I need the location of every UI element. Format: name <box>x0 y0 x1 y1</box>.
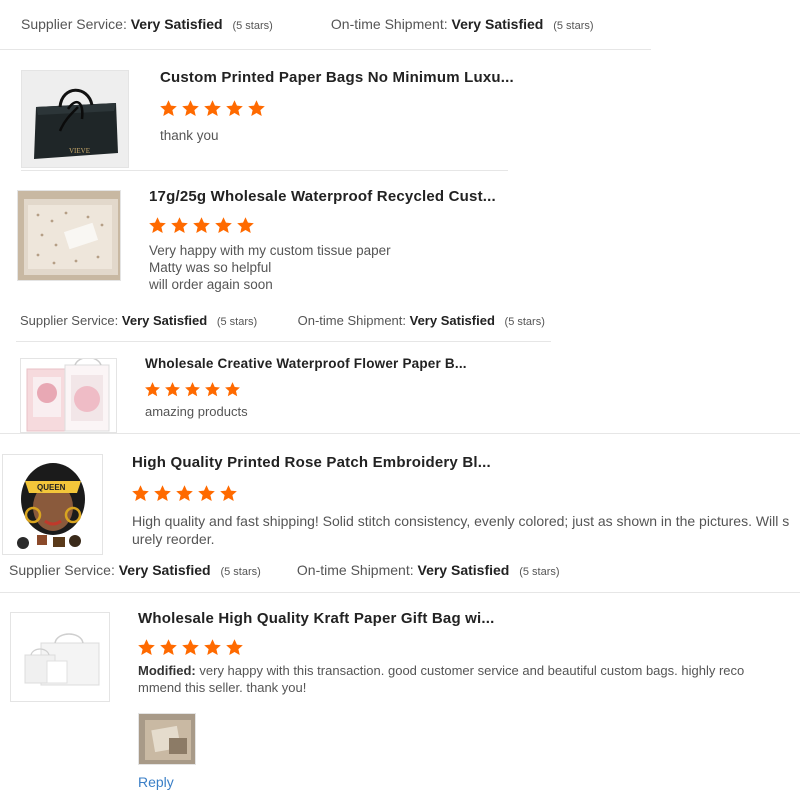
star-icon <box>204 381 221 398</box>
shipment-value: Very Satisfied <box>409 313 495 328</box>
review-text: Modified: very happy with this transacti… <box>138 662 744 696</box>
review-line: will order again soon <box>149 277 273 292</box>
star-icon <box>224 381 241 398</box>
reply-link[interactable]: Reply <box>138 774 174 790</box>
star-icon <box>184 381 201 398</box>
supplier-service-count: (5 stars) <box>216 316 258 328</box>
supplier-service-label: Supplier Service: <box>9 562 115 578</box>
tissue-paper-image <box>18 191 120 280</box>
review-text: High quality and fast shipping! Solid st… <box>132 512 789 548</box>
star-icon <box>131 484 150 503</box>
supplier-service-count: (5 stars) <box>232 20 273 32</box>
review-photo-image <box>139 714 195 764</box>
shipment-label: On-time Shipment: <box>330 16 448 32</box>
divider <box>0 433 800 434</box>
supplier-service-label: Supplier Service: <box>20 313 119 328</box>
star-icon <box>225 638 244 657</box>
product-thumbnail[interactable] <box>17 190 121 281</box>
supplier-service-value: Very Satisfied <box>118 562 211 578</box>
divider <box>0 49 651 50</box>
star-rating <box>148 216 255 235</box>
star-icon <box>192 216 211 235</box>
review-line: mmend this seller. thank you! <box>138 680 307 695</box>
star-icon <box>181 638 200 657</box>
white-bag-image <box>11 613 109 701</box>
product-thumbnail[interactable] <box>10 612 110 702</box>
shipment-value: Very Satisfied <box>417 562 510 578</box>
product-title[interactable]: Wholesale High Quality Kraft Paper Gift … <box>138 610 495 627</box>
product-title[interactable]: Wholesale Creative Waterproof Flower Pap… <box>145 356 467 371</box>
review-line: urely reorder. <box>132 531 215 547</box>
review-line: High quality and fast shipping! Solid st… <box>132 513 790 529</box>
star-icon <box>203 638 222 657</box>
shipment-value: Very Satisfied <box>451 16 544 32</box>
product-title[interactable]: 17g/25g Wholesale Waterproof Recycled Cu… <box>149 188 496 205</box>
star-rating <box>144 381 241 398</box>
review-text: amazing products <box>145 404 248 419</box>
rating-summary: Supplier Service: Very Satisfied (5 star… <box>21 16 594 32</box>
shipment-count: (5 stars) <box>504 316 545 328</box>
product-title[interactable]: Custom Printed Paper Bags No Minimum Lux… <box>160 69 514 86</box>
star-icon <box>225 99 244 118</box>
rating-summary: Supplier Service: Very Satisfied (5 star… <box>9 562 560 578</box>
review-line: very happy with this transaction. good c… <box>199 663 745 678</box>
star-icon <box>159 638 178 657</box>
supplier-service-value: Very Satisfied <box>130 16 223 32</box>
supplier-service-count: (5 stars) <box>220 566 261 578</box>
divider <box>16 341 551 342</box>
product-thumbnail[interactable]: VIEVE <box>21 70 129 168</box>
star-icon <box>214 216 233 235</box>
star-icon <box>148 216 167 235</box>
star-rating <box>131 484 238 503</box>
star-icon <box>137 638 156 657</box>
star-icon <box>181 99 200 118</box>
star-icon <box>197 484 216 503</box>
star-icon <box>175 484 194 503</box>
product-thumbnail[interactable]: QUEEN <box>2 454 103 555</box>
star-icon <box>164 381 181 398</box>
supplier-service-value: Very Satisfied <box>121 313 208 328</box>
flower-bag-image <box>21 359 116 432</box>
star-icon <box>144 381 161 398</box>
patch-label-text: QUEEN <box>37 483 66 492</box>
bag-logo-text: VIEVE <box>69 147 90 155</box>
star-rating <box>137 638 244 657</box>
shipment-label: On-time Shipment: <box>296 562 414 578</box>
review-line: Matty was so helpful <box>149 260 272 275</box>
patch-image: QUEEN <box>3 455 102 554</box>
divider <box>0 592 800 593</box>
review-text: Very happy with my custom tissue paper M… <box>149 242 391 293</box>
star-rating <box>159 99 266 118</box>
shipment-count: (5 stars) <box>553 20 594 32</box>
review-photo-thumbnail[interactable] <box>138 713 196 765</box>
supplier-service-label: Supplier Service: <box>21 16 127 32</box>
rating-summary: Supplier Service: Very Satisfied (5 star… <box>20 313 545 328</box>
divider <box>21 170 508 171</box>
product-title[interactable]: High Quality Printed Rose Patch Embroide… <box>132 454 491 471</box>
product-thumbnail[interactable] <box>20 358 117 433</box>
shipment-label: On-time Shipment: <box>297 313 406 328</box>
modified-label: Modified: <box>138 663 196 678</box>
shipment-count: (5 stars) <box>519 566 560 578</box>
star-icon <box>170 216 189 235</box>
star-icon <box>236 216 255 235</box>
star-icon <box>159 99 178 118</box>
star-icon <box>153 484 172 503</box>
review-text: thank you <box>160 128 219 143</box>
star-icon <box>203 99 222 118</box>
star-icon <box>247 99 266 118</box>
review-line: Very happy with my custom tissue paper <box>149 243 391 258</box>
black-bag-image: VIEVE <box>22 71 128 167</box>
star-icon <box>219 484 238 503</box>
